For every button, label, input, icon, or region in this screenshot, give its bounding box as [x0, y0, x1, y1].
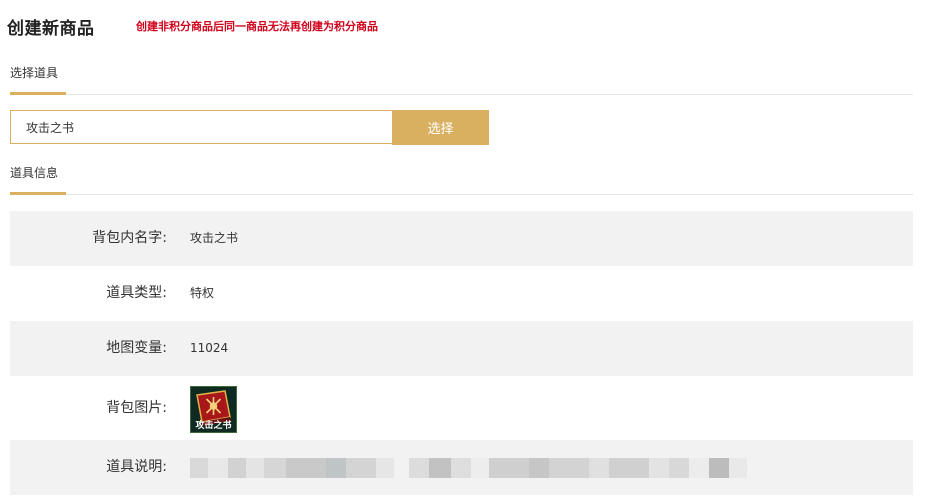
info-row-bag-image: 背包图片: 攻击之书 — [10, 376, 913, 440]
select-button[interactable]: 选择 — [392, 110, 489, 145]
info-row-item-description: 道具说明: — [10, 440, 913, 495]
create-product-page: 创建新商品 创建非积分商品后同一商品无法再创建为积分商品 选择道具 选择 道具信… — [0, 0, 925, 500]
page-title: 创建新商品 — [7, 19, 95, 39]
bag-name-label: 背包内名字: — [92, 230, 167, 246]
item-type-label: 道具类型: — [106, 285, 167, 301]
item-info-section-header: 道具信息 — [10, 164, 913, 195]
item-search-input[interactable] — [11, 111, 386, 143]
bag-image-label: 背包图片: — [106, 400, 167, 416]
item-search-box — [10, 110, 392, 144]
bag-name-value: 攻击之书 — [190, 231, 239, 245]
item-type-value: 特权 — [190, 286, 215, 300]
item-description-label: 道具说明: — [106, 459, 167, 475]
info-row-bag-name: 背包内名字: 攻击之书 — [10, 211, 913, 266]
info-row-item-type: 道具类型: 特权 — [10, 266, 913, 321]
select-item-section-header: 选择道具 — [10, 64, 913, 95]
map-variable-label: 地图变量: — [106, 340, 167, 356]
blurred-description — [190, 458, 812, 478]
item-info-table: 背包内名字: 攻击之书 道具类型: 特权 地图变量: 11024 背包图片: 攻… — [10, 211, 913, 495]
red-book-icon-graphic: 攻击之书 — [191, 387, 236, 432]
tab-item-info[interactable]: 道具信息 — [10, 163, 66, 195]
bag-image-caption: 攻击之书 — [195, 419, 231, 431]
map-variable-value: 11024 — [190, 341, 229, 355]
tab-select-item[interactable]: 选择道具 — [10, 63, 66, 95]
info-row-map-variable: 地图变量: 11024 — [10, 321, 913, 376]
red-book-icon: 攻击之书 — [190, 386, 237, 433]
warning-text: 创建非积分商品后同一商品无法再创建为积分商品 — [136, 20, 378, 33]
